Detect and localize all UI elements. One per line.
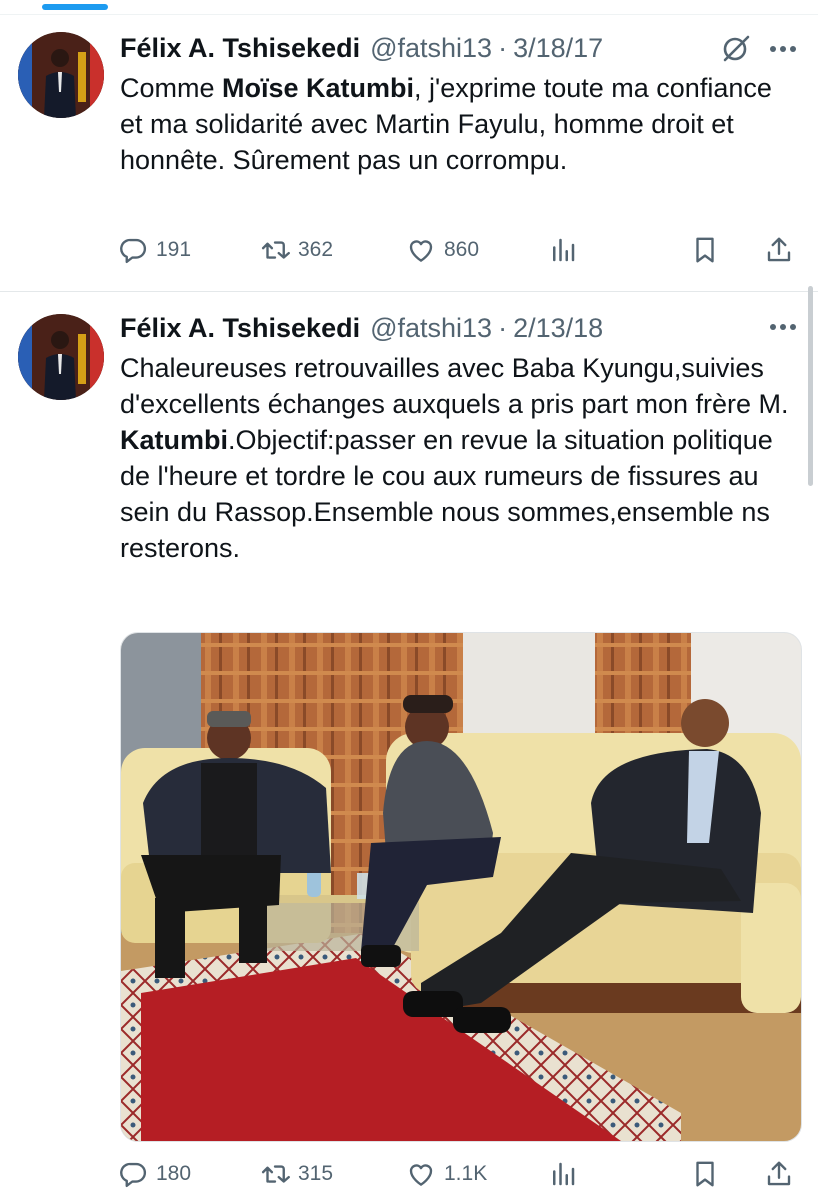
- views-icon: [553, 1162, 575, 1186]
- top-tab-strip: [0, 0, 818, 15]
- tweet-header: Félix A. Tshisekedi @fatshi13 · 3/18/17: [120, 28, 603, 68]
- mention-bold: Katumbi: [120, 425, 228, 455]
- tweet-text: Chaleureuses retrouvailles avec Baba Kyu…: [120, 353, 789, 563]
- tweet-date[interactable]: 3/18/17: [513, 33, 603, 64]
- bookmark-button[interactable]: [690, 230, 720, 270]
- views-icon: [553, 238, 575, 262]
- reply-count: 180: [156, 1162, 192, 1185]
- like-button[interactable]: 860: [406, 230, 479, 270]
- repost-count: 362: [298, 238, 334, 261]
- views-button[interactable]: [548, 230, 578, 270]
- share-button[interactable]: [764, 230, 794, 270]
- bookmark-icon: [696, 237, 714, 263]
- tweet-text: Comme Moïse Katumbi, j'exprime toute ma …: [120, 73, 772, 175]
- more-icon[interactable]: [765, 314, 801, 340]
- share-icon: [767, 1161, 791, 1186]
- author-name[interactable]: Félix A. Tshisekedi: [120, 313, 360, 344]
- mention-bold: Moïse Katumbi: [222, 73, 415, 103]
- separator: ·: [498, 312, 508, 343]
- more-icon[interactable]: [765, 36, 801, 62]
- like-button[interactable]: 1.1K: [406, 1154, 487, 1194]
- reply-icon: [120, 238, 147, 264]
- grok-icon[interactable]: [720, 32, 752, 64]
- views-button[interactable]: [548, 1154, 578, 1194]
- reply-button[interactable]: 191: [118, 230, 191, 270]
- active-tab-indicator: [42, 4, 108, 10]
- reply-icon: [120, 1162, 147, 1188]
- reply-button[interactable]: 180: [118, 1154, 191, 1194]
- action-bar: 180 315 1.1K: [118, 1154, 808, 1194]
- share-icon: [767, 237, 791, 262]
- author-handle[interactable]: @fatshi13: [370, 313, 492, 344]
- repost-button[interactable]: 315: [260, 1154, 333, 1194]
- repost-button[interactable]: 362: [260, 230, 333, 270]
- tweet-header: Félix A. Tshisekedi @fatshi13 · 2/13/18: [120, 308, 603, 348]
- separator: ·: [498, 32, 508, 63]
- tweet[interactable]: Félix A. Tshisekedi @fatshi13 · 2/13/18 …: [0, 292, 818, 1200]
- repost-count: 315: [298, 1162, 334, 1185]
- repost-icon: [261, 1165, 290, 1183]
- author-handle[interactable]: @fatshi13: [370, 33, 492, 64]
- bookmark-icon: [696, 1161, 714, 1187]
- author-name[interactable]: Félix A. Tshisekedi: [120, 33, 360, 64]
- share-button[interactable]: [764, 1154, 794, 1194]
- tweet[interactable]: Félix A. Tshisekedi @fatshi13 · 3/18/17 …: [0, 14, 818, 292]
- tweet-photo[interactable]: [120, 632, 802, 1142]
- bookmark-button[interactable]: [690, 1154, 720, 1194]
- avatar[interactable]: [18, 314, 104, 400]
- like-count: 1.1K: [444, 1162, 488, 1185]
- action-bar: 191 362 860: [118, 230, 808, 270]
- like-count: 860: [444, 238, 480, 261]
- tweet-date[interactable]: 2/13/18: [513, 313, 603, 344]
- avatar[interactable]: [18, 32, 104, 118]
- repost-icon: [261, 241, 290, 259]
- reply-count: 191: [156, 238, 192, 261]
- like-icon: [409, 240, 433, 262]
- like-icon: [409, 1164, 433, 1186]
